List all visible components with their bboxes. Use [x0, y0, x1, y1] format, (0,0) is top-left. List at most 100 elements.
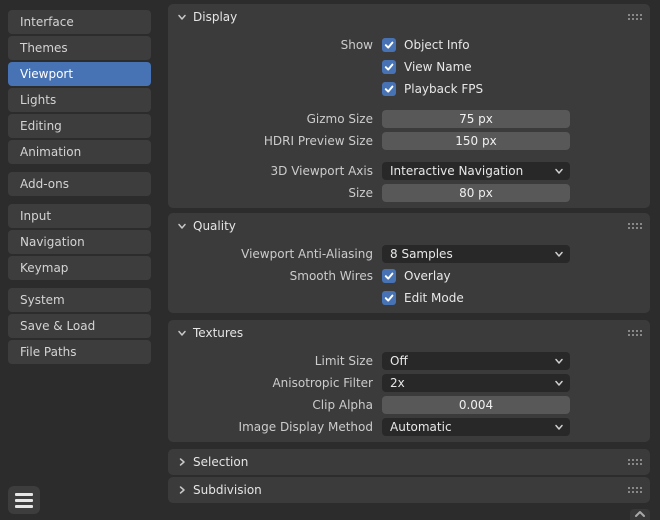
number-field-clip-alpha[interactable]: 0.004 — [382, 396, 570, 414]
sidebar-item-navigation[interactable]: Navigation — [8, 230, 151, 254]
dropdown-value: 8 Samples — [390, 247, 554, 261]
settings-row: Smooth Wires Overlay — [168, 265, 650, 287]
checkbox-label: View Name — [404, 60, 472, 74]
checkbox-label: Overlay — [404, 269, 451, 283]
settings-row: Edit Mode — [168, 287, 650, 309]
section-header-display[interactable]: Display — [168, 4, 650, 30]
widget-area: 0.004 — [382, 396, 570, 414]
preferences-menu-button[interactable] — [8, 486, 40, 514]
preferences-nav-sidebar: InterfaceThemesViewportLightsEditingAnim… — [8, 10, 151, 372]
nav-group: InputNavigationKeymap — [8, 204, 151, 280]
row-gap — [168, 152, 650, 160]
field-value: 150 px — [455, 134, 496, 148]
checkbox-edit-mode[interactable] — [382, 291, 396, 305]
dropdown-limit-size[interactable]: Off — [382, 352, 570, 370]
checkbox-label: Object Info — [404, 38, 470, 52]
check-icon — [384, 40, 394, 50]
section-panel-display: Display Show Object Info View Name Playback … — [168, 4, 650, 208]
settings-row: Size80 px — [168, 182, 650, 204]
drag-handle-dots[interactable] — [627, 458, 642, 466]
settings-row: Image Display MethodAutomatic — [168, 416, 650, 438]
drag-handle-dots[interactable] — [627, 222, 642, 230]
sidebar-item-lights[interactable]: Lights — [8, 88, 151, 112]
preferences-main-region: Display Show Object Info View Name Playback … — [168, 0, 650, 520]
row-label: Gizmo Size — [168, 112, 373, 126]
row-label: Clip Alpha — [168, 398, 373, 412]
field-value: 75 px — [459, 112, 493, 126]
chevron-down-icon — [554, 422, 564, 432]
dropdown-image-display-method[interactable]: Automatic — [382, 418, 570, 436]
widget-area: Automatic — [382, 418, 570, 436]
sidebar-item-file-paths[interactable]: File Paths — [8, 340, 151, 364]
field-value: 0.004 — [459, 398, 493, 412]
section-body: Show Object Info View Name Playback FPS Gizm… — [168, 30, 650, 204]
chevron-down-icon — [177, 12, 187, 22]
section-body: Limit SizeOffAnisotropic Filter2xClip Al… — [168, 346, 650, 438]
field-value: 80 px — [459, 186, 493, 200]
checkbox-object-info[interactable] — [382, 38, 396, 52]
sidebar-item-editing[interactable]: Editing — [8, 114, 151, 138]
chevron-down-icon — [177, 328, 187, 338]
widget-area: 80 px — [382, 184, 570, 202]
section-header-subdivision[interactable]: Subdivision — [168, 477, 650, 503]
sidebar-item-interface[interactable]: Interface — [8, 10, 151, 34]
hamburger-icon — [15, 493, 33, 508]
settings-row: Show Object Info — [168, 34, 650, 56]
checkbox-label: Playback FPS — [404, 82, 483, 96]
dropdown-viewport-anti-aliasing[interactable]: 8 Samples — [382, 245, 570, 263]
widget-area: Overlay — [382, 269, 570, 283]
sidebar-item-system[interactable]: System — [8, 288, 151, 312]
check-icon — [384, 271, 394, 281]
widget-area: Object Info — [382, 38, 570, 52]
settings-row: View Name — [168, 56, 650, 78]
section-body: Viewport Anti-Aliasing8 SamplesSmooth Wi… — [168, 239, 650, 309]
checkbox-overlay[interactable] — [382, 269, 396, 283]
settings-row: 3D Viewport AxisInteractive Navigation — [168, 160, 650, 182]
nav-group: Add-ons — [8, 172, 151, 196]
chevron-down-icon — [554, 356, 564, 366]
row-gap — [168, 100, 650, 108]
chevron-right-icon — [177, 457, 187, 467]
sidebar-item-add-ons[interactable]: Add-ons — [8, 172, 151, 196]
checkbox-playback-fps[interactable] — [382, 82, 396, 96]
sidebar-item-themes[interactable]: Themes — [8, 36, 151, 60]
dropdown-3d-viewport-axis[interactable]: Interactive Navigation — [382, 162, 570, 180]
sidebar-item-viewport[interactable]: Viewport — [8, 62, 151, 86]
row-label: Limit Size — [168, 354, 373, 368]
checkbox-view-name[interactable] — [382, 60, 396, 74]
settings-row: Clip Alpha 0.004 — [168, 394, 650, 416]
scroll-up-indicator[interactable] — [630, 509, 650, 520]
sidebar-item-keymap[interactable]: Keymap — [8, 256, 151, 280]
settings-row: Limit Size Off — [168, 350, 650, 372]
row-label: HDRI Preview Size — [168, 134, 373, 148]
chevron-right-icon — [177, 485, 187, 495]
nav-group: SystemSave & LoadFile Paths — [8, 288, 151, 364]
chevron-up-icon — [634, 509, 646, 519]
widget-area: 150 px — [382, 132, 570, 150]
drag-handle-dots[interactable] — [627, 13, 642, 21]
chevron-down-icon — [554, 166, 564, 176]
sidebar-item-animation[interactable]: Animation — [8, 140, 151, 164]
section-header-textures[interactable]: Textures — [168, 320, 650, 346]
number-field-hdri-preview-size[interactable]: 150 px — [382, 132, 570, 150]
section-panel-quality: QualityViewport Anti-Aliasing8 SamplesSm… — [168, 213, 650, 313]
drag-handle-dots[interactable] — [627, 329, 642, 337]
number-field-size[interactable]: 80 px — [382, 184, 570, 202]
check-icon — [384, 62, 394, 72]
section-header-quality[interactable]: Quality — [168, 213, 650, 239]
widget-area: 8 Samples — [382, 245, 570, 263]
sidebar-item-save-load[interactable]: Save & Load — [8, 314, 151, 338]
section-header-selection[interactable]: Selection — [168, 449, 650, 475]
section-title: Display — [193, 10, 237, 24]
number-field-gizmo-size[interactable]: 75 px — [382, 110, 570, 128]
sidebar-item-input[interactable]: Input — [8, 204, 151, 228]
settings-row: Playback FPS — [168, 78, 650, 100]
widget-area: View Name — [382, 60, 570, 74]
widget-area: 75 px — [382, 110, 570, 128]
row-label: Show — [168, 38, 373, 52]
row-label: Smooth Wires — [168, 269, 373, 283]
chevron-down-icon — [177, 221, 187, 231]
chevron-down-icon — [554, 249, 564, 259]
dropdown-anisotropic-filter[interactable]: 2x — [382, 374, 570, 392]
drag-handle-dots[interactable] — [627, 486, 642, 494]
